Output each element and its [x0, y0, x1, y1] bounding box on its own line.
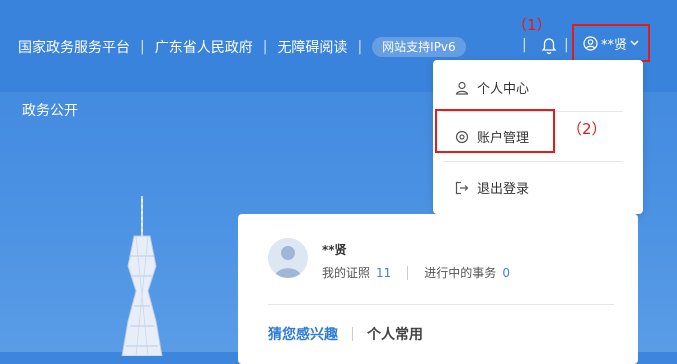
menu-item-label: 退出登录 — [477, 182, 530, 197]
card-user-name: **贤 — [322, 243, 347, 257]
affairs-count: 0 — [502, 266, 510, 280]
bell-icon[interactable] — [541, 37, 557, 55]
canton-tower-illustration — [121, 196, 163, 356]
avatar — [268, 238, 308, 278]
nav-link-national-platform[interactable]: 国家政务服务平台 — [18, 37, 130, 57]
tab-interests[interactable]: 猜您感兴趣 — [268, 324, 338, 344]
nav-separator: | — [357, 39, 363, 55]
nav-link-guangdong-gov[interactable]: 广东省人民政府 — [155, 37, 253, 57]
certificates-link[interactable]: 我的证照 11 — [322, 264, 391, 281]
user-stats: 我的证照 11 进行中的事务 0 — [322, 264, 510, 281]
user-name: **贤 — [600, 37, 627, 53]
nav-government-affairs[interactable]: 政务公开 — [22, 100, 78, 120]
menu-item-logout[interactable]: 退出登录 — [455, 178, 529, 197]
user-circle-icon — [583, 35, 598, 51]
ipv6-badge: 网站支持IPv6 — [372, 37, 466, 57]
chevron-down-icon — [630, 40, 639, 46]
card-divider — [268, 304, 614, 305]
user-dropdown-menu: 个人中心 账户管理 （2） 退出登录 — [433, 60, 643, 214]
card-tabs: 猜您感兴趣 个人常用 — [268, 324, 423, 344]
certificates-count: 11 — [376, 266, 392, 280]
stats-divider — [407, 265, 409, 280]
menu-divider — [443, 161, 623, 162]
user-info-card: **贤 我的证照 11 进行中的事务 0 猜您感兴趣 个人常用 — [238, 214, 638, 364]
menu-item-label: 个人中心 — [477, 82, 530, 97]
logout-icon — [455, 181, 469, 194]
nav-separator: | — [262, 39, 268, 55]
certificates-label: 我的证照 — [322, 266, 371, 280]
user-icon — [455, 81, 469, 95]
menu-item-label: 账户管理 — [477, 131, 530, 146]
menu-item-account-management[interactable]: 账户管理 — [455, 127, 529, 146]
annotation-2: （2） — [567, 120, 607, 138]
nav-separator: | — [522, 37, 527, 53]
nav-separator: | — [140, 39, 145, 55]
menu-item-personal-center[interactable]: 个人中心 — [455, 78, 529, 97]
affairs-label: 进行中的事务 — [424, 266, 497, 280]
tab-frequently-used[interactable]: 个人常用 — [367, 324, 423, 344]
nav-link-accessible-reading[interactable]: 无障碍阅读 — [277, 37, 347, 57]
nav-separator: | — [564, 37, 569, 53]
annotation-1: （1） — [512, 16, 552, 34]
tab-divider — [352, 327, 353, 341]
top-nav: 国家政务服务平台 | 广东省人民政府 | 无障碍阅读 | 网站支持IPv6 — [18, 37, 466, 57]
affairs-link[interactable]: 进行中的事务 0 — [424, 264, 510, 281]
avatar-person-icon — [274, 246, 302, 278]
user-menu-button[interactable]: **贤 — [572, 24, 650, 62]
gear-icon — [455, 130, 469, 143]
